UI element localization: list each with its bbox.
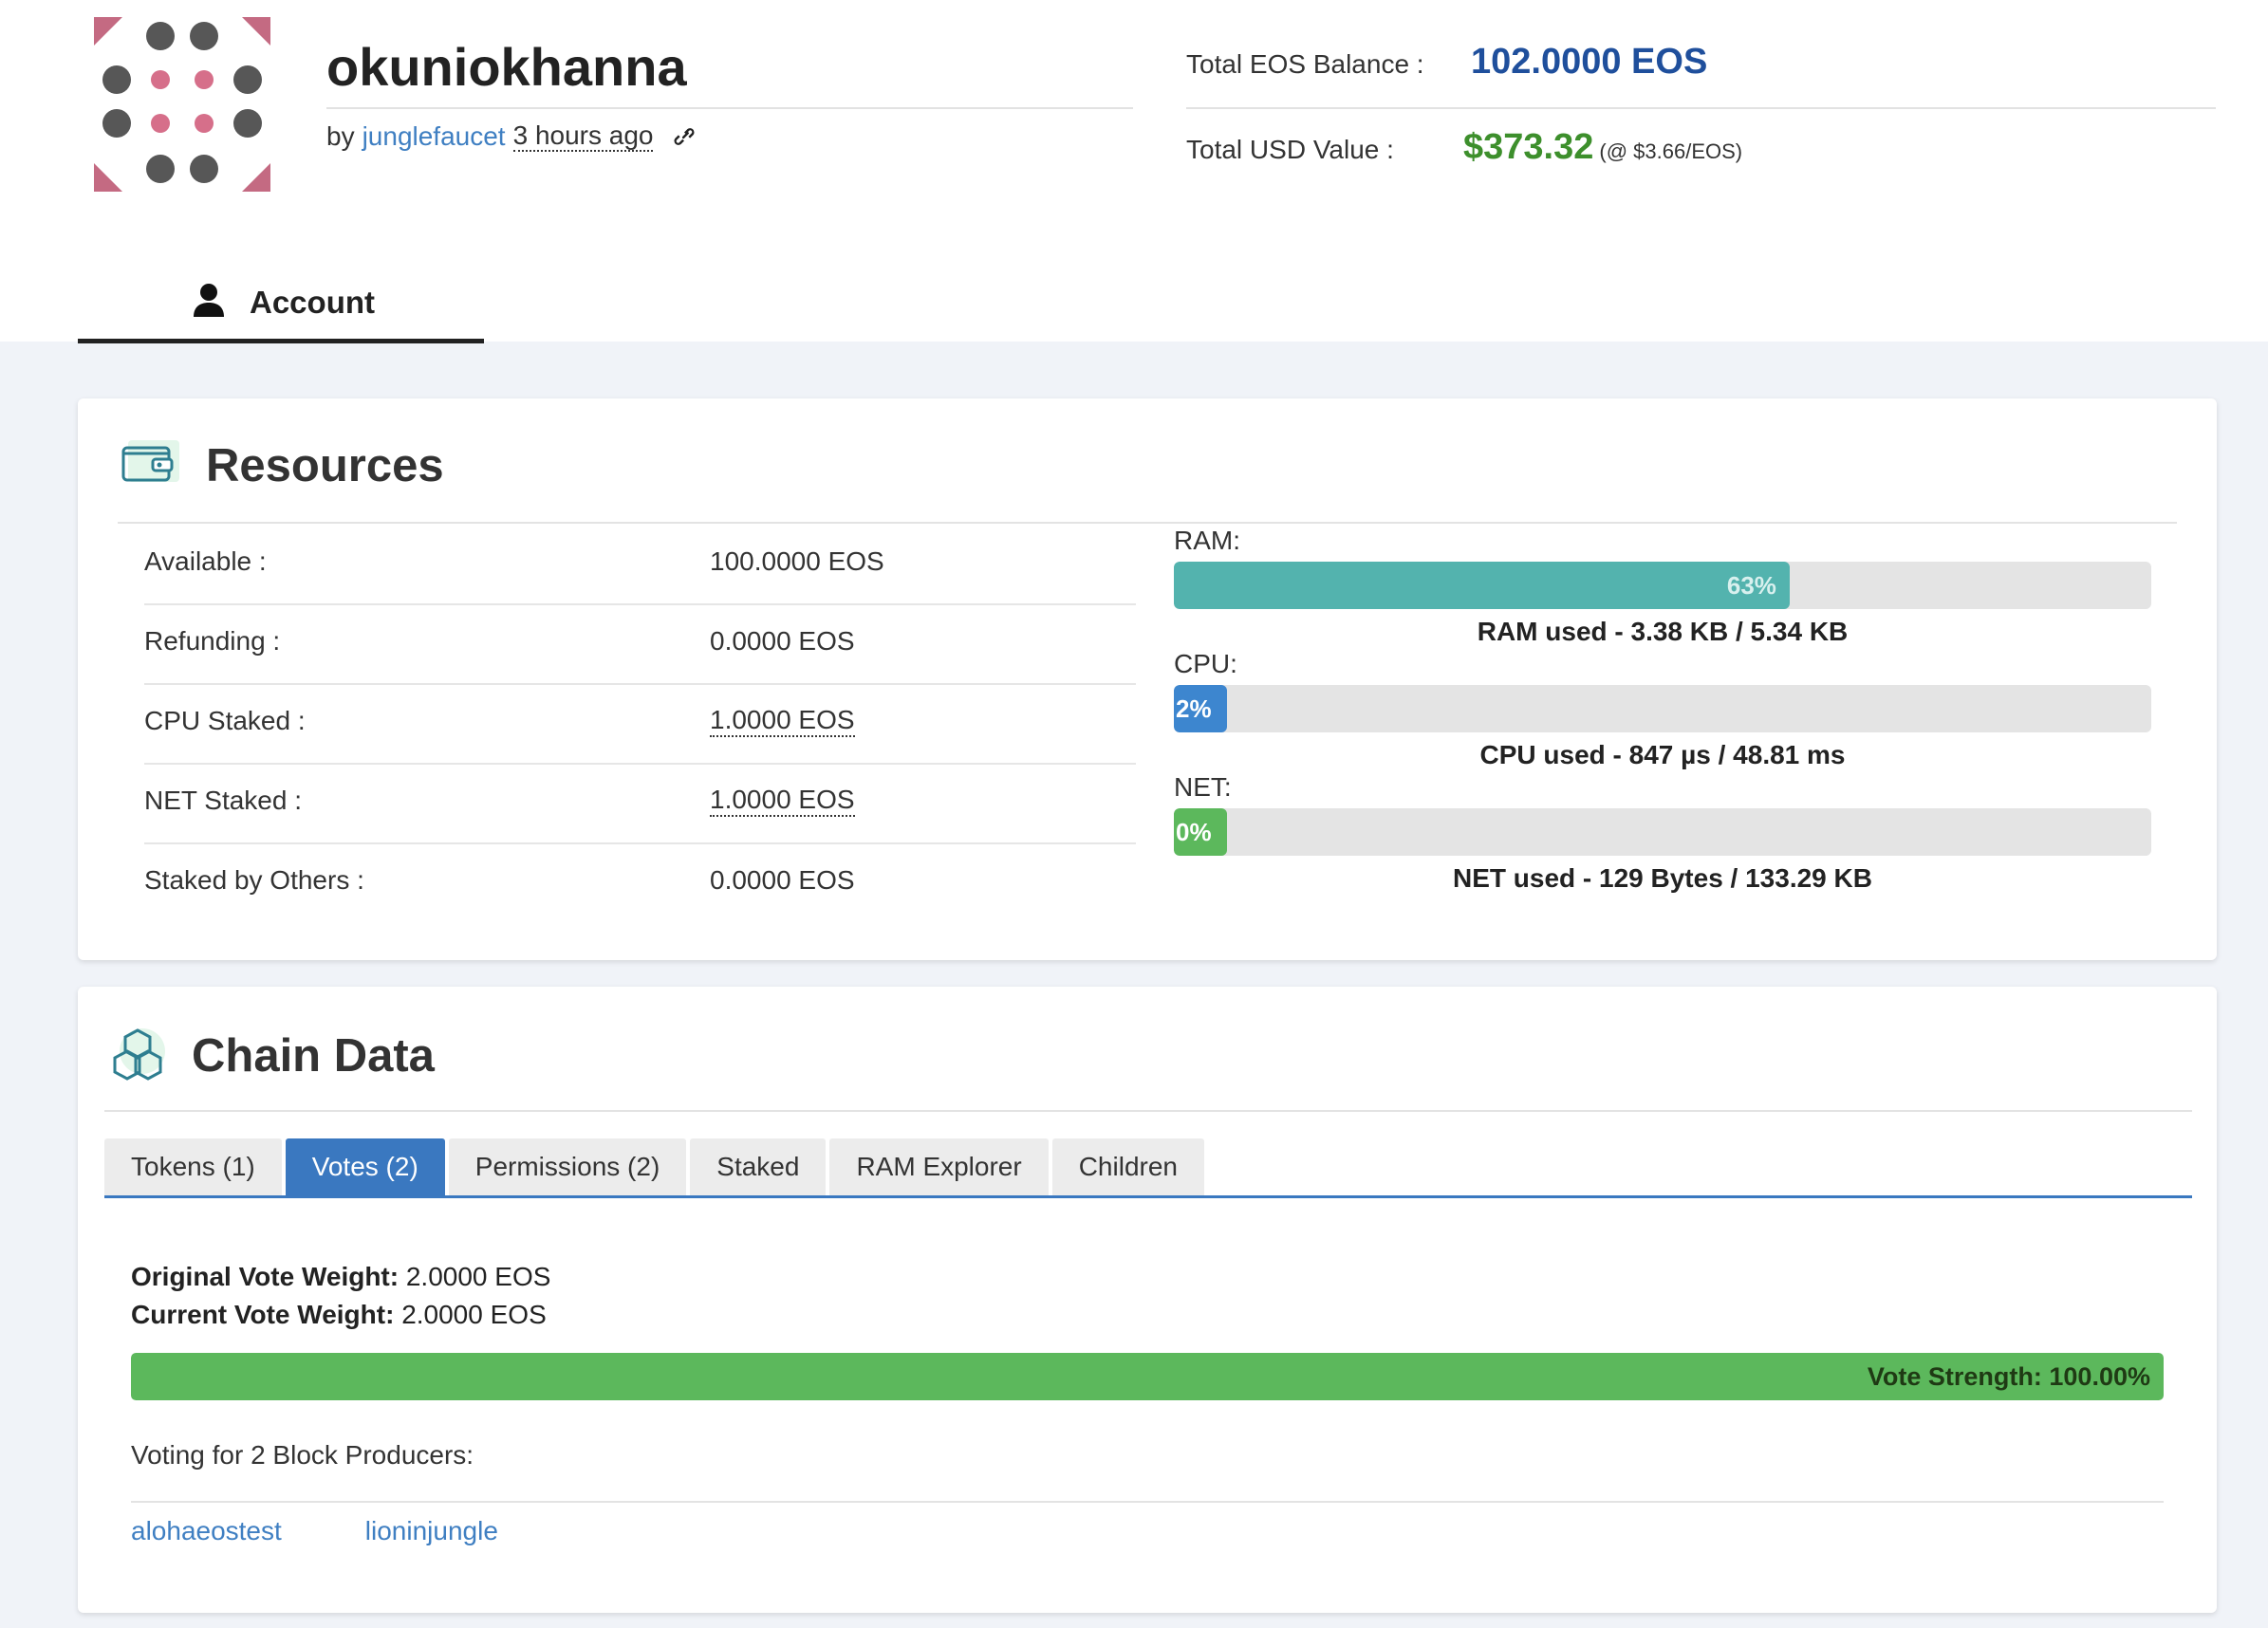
resource-value: 0.0000 EOS (710, 626, 855, 656)
voting-for-label: Voting for 2 Block Producers: (131, 1440, 474, 1470)
resource-value: 100.0000 EOS (710, 546, 884, 576)
net-staked-value[interactable]: 1.0000 EOS (710, 785, 855, 817)
total-usd-amount: $373.32 (1463, 127, 1594, 167)
account-header: okuniokhanna by junglefaucet 3 hours ago… (0, 0, 2268, 343)
ram-progress-fill (1174, 562, 1790, 609)
created-time[interactable]: 3 hours ago (512, 121, 654, 152)
chain-data-title: Chain Data (192, 1030, 435, 1082)
net-usage-caption: NET used - 129 Bytes / 133.29 KB (1453, 863, 1872, 893)
ram-progress-track: 63% (1174, 562, 2151, 609)
cpu-percent: 2% (1176, 694, 1212, 723)
chain-data-tabs: Tokens (1) Votes (2) Permissions (2) Sta… (104, 1138, 2192, 1198)
resource-label: Refunding : (144, 626, 281, 656)
creator-link[interactable]: junglefaucet (363, 121, 506, 152)
tab-permissions[interactable]: Permissions (2) (448, 1138, 687, 1195)
ram-percent: 63% (1726, 571, 1776, 600)
cpu-progress-track: 2% (1174, 685, 2151, 732)
original-vote-weight-label: Original Vote Weight: (131, 1262, 400, 1291)
tab-tokens[interactable]: Tokens (1) (104, 1138, 282, 1195)
tab-ram-explorer[interactable]: RAM Explorer (829, 1138, 1049, 1195)
avatar (94, 17, 270, 192)
vote-strength-track: Vote Strength: 100.00% (131, 1353, 2164, 1400)
ram-meter: RAM: 63% RAM used - 3.38 KB / 5.34 KB (1174, 526, 2151, 647)
divider (118, 522, 2177, 524)
tab-staked[interactable]: Staked (690, 1138, 827, 1195)
net-progress-track: 0% (1174, 808, 2151, 856)
cpu-label: CPU: (1174, 649, 1237, 678)
wallet-icon (121, 440, 179, 482)
producer-link[interactable]: alohaeostest (131, 1516, 282, 1546)
resource-label: Available : (144, 546, 267, 576)
vote-strength-label: Vote Strength: 100.00% (1867, 1362, 2150, 1391)
original-vote-weight: Original Vote Weight: 2.0000 EOS (131, 1262, 550, 1292)
total-usd-label: Total USD Value : (1186, 135, 1394, 164)
current-vote-weight-value: 2.0000 EOS (401, 1300, 547, 1329)
total-usd-value: Total USD Value : $373.32 (@ $3.66/EOS) (1186, 127, 1742, 168)
usd-rate: (@ $3.66/EOS) (1599, 139, 1743, 163)
resources-title: Resources (206, 440, 444, 491)
tab-account[interactable]: Account (78, 256, 484, 343)
resource-label: Staked by Others : (144, 865, 364, 895)
resource-row-available: Available : 100.0000 EOS (144, 526, 1136, 605)
net-meter: NET: 0% NET used - 129 Bytes / 133.29 KB (1174, 772, 2151, 894)
cubes-icon (113, 1028, 165, 1081)
divider (326, 107, 1133, 109)
resource-value: 0.0000 EOS (710, 865, 855, 895)
producer-list: alohaeostest lioninjungle (131, 1516, 582, 1546)
chain-data-card: Chain Data Tokens (1) Votes (2) Permissi… (78, 987, 2217, 1613)
current-vote-weight: Current Vote Weight: 2.0000 EOS (131, 1300, 547, 1330)
resource-row-refunding: Refunding : 0.0000 EOS (144, 605, 1136, 685)
account-name: okuniokhanna (326, 37, 687, 97)
divider (1186, 107, 2216, 109)
cpu-staked-value[interactable]: 1.0000 EOS (710, 705, 855, 737)
cpu-usage-caption: CPU used - 847 µs / 48.81 ms (1479, 740, 1846, 769)
resource-row-cpu-staked: CPU Staked : 1.0000 EOS (144, 685, 1136, 765)
resource-label: NET Staked : (144, 786, 303, 815)
ram-label: RAM: (1174, 526, 1240, 555)
ram-usage-caption: RAM used - 3.38 KB / 5.34 KB (1477, 617, 1849, 646)
resources-table: Available : 100.0000 EOS Refunding : 0.0… (144, 526, 1136, 924)
vote-strength-fill (131, 1353, 2164, 1400)
cpu-meter: CPU: 2% CPU used - 847 µs / 48.81 ms (1174, 649, 2151, 770)
total-eos-label: Total EOS Balance : (1186, 49, 1424, 79)
resource-row-staked-by-others: Staked by Others : 0.0000 EOS (144, 844, 1136, 924)
tab-account-label: Account (250, 285, 375, 320)
divider (131, 1501, 2164, 1503)
resource-row-net-staked: NET Staked : 1.0000 EOS (144, 765, 1136, 844)
total-eos-balance: Total EOS Balance : 102.0000 EOS (1186, 42, 1707, 83)
chain-link-icon[interactable] (670, 122, 698, 151)
resource-label: CPU Staked : (144, 706, 306, 735)
user-icon (194, 284, 224, 317)
current-vote-weight-label: Current Vote Weight: (131, 1300, 395, 1329)
net-label: NET: (1174, 772, 1232, 802)
tab-children[interactable]: Children (1051, 1138, 1204, 1195)
total-eos-value: 102.0000 EOS (1471, 42, 1708, 82)
net-percent: 0% (1176, 818, 1212, 846)
original-vote-weight-value: 2.0000 EOS (405, 1262, 551, 1291)
by-prefix: by (326, 121, 355, 151)
resources-card: Resources Available : 100.0000 EOS Refun… (78, 398, 2217, 960)
divider (104, 1110, 2192, 1112)
created-by: by junglefaucet 3 hours ago (326, 121, 698, 152)
tab-votes[interactable]: Votes (2) (285, 1138, 445, 1195)
producer-link[interactable]: lioninjungle (365, 1516, 498, 1546)
